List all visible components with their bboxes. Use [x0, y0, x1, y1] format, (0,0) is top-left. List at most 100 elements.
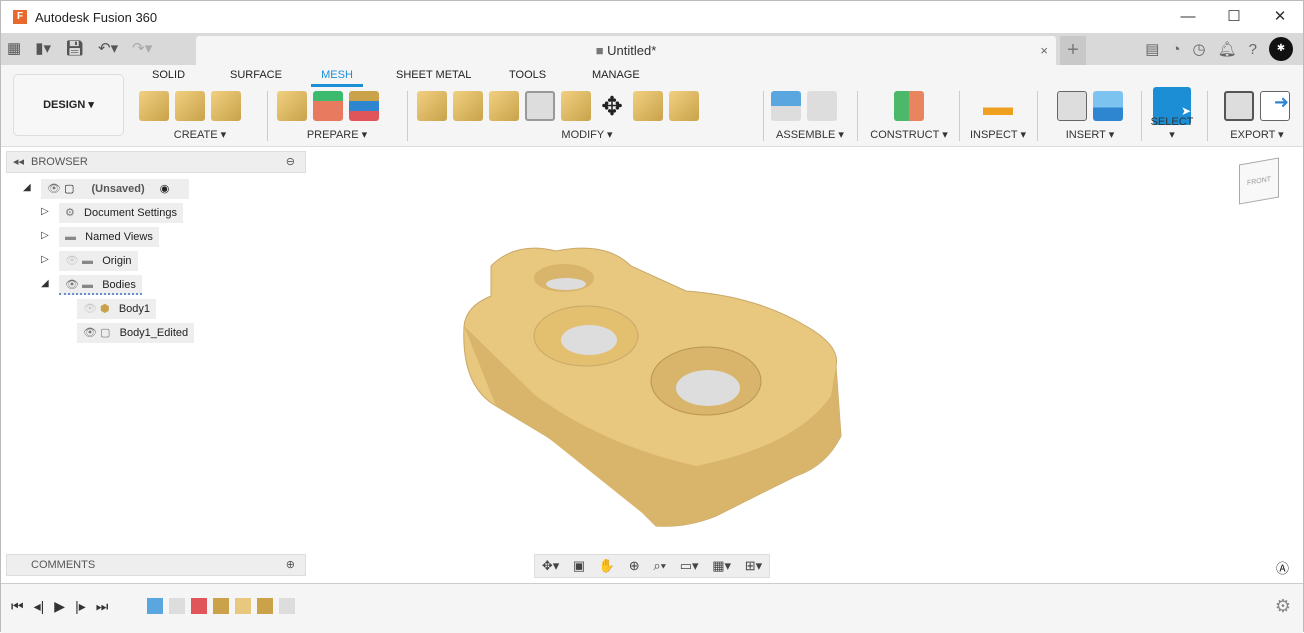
look-at-icon[interactable]: ▣: [573, 558, 585, 574]
prepare-menu[interactable]: PREPARE ▾: [277, 128, 397, 141]
export-menu[interactable]: EXPORT ▾: [1215, 128, 1299, 141]
new-component-icon[interactable]: [771, 91, 801, 121]
history-icon[interactable]: ◷: [1193, 40, 1206, 58]
move-copy-icon[interactable]: ✥: [597, 91, 627, 121]
joint-icon[interactable]: [807, 91, 837, 121]
expand-icon[interactable]: ◢: [23, 182, 31, 193]
data-panel-icon[interactable]: ▦: [7, 39, 21, 57]
inspect-menu[interactable]: INSPECT ▾: [965, 128, 1031, 141]
save-icon[interactable]: 💾︎: [65, 39, 84, 57]
create-face-group-icon[interactable]: [211, 91, 241, 121]
tab-surface[interactable]: SURFACE: [230, 69, 282, 81]
undo-icon[interactable]: ↶▾: [98, 39, 118, 57]
go-to-start-icon[interactable]: ⏮: [11, 598, 24, 615]
viewports-icon[interactable]: ⊞▾: [745, 558, 762, 574]
expand-icon[interactable]: ▷: [41, 230, 49, 241]
close-tab-icon[interactable]: ×: [1040, 36, 1048, 65]
eye-icon[interactable]: 👁︎: [47, 183, 61, 195]
add-comment-icon[interactable]: ⊕: [286, 555, 295, 575]
remesh-icon[interactable]: [417, 91, 447, 121]
workspace-switcher[interactable]: DESIGN ▾: [13, 74, 124, 136]
step-forward-icon[interactable]: |▸: [75, 598, 86, 615]
modify-menu[interactable]: MODIFY ▾: [417, 128, 757, 141]
eye-icon[interactable]: 👁︎: [65, 279, 79, 291]
notifications-icon[interactable]: 🔔︎: [1218, 40, 1237, 58]
select-menu[interactable]: SELECT ▾: [1147, 116, 1197, 141]
tree-item-origin[interactable]: 👁︎ ▬ Origin: [59, 251, 138, 271]
tree-item-body1[interactable]: 👁︎ ⬢ Body1: [77, 299, 157, 319]
tree-item-bodies[interactable]: 👁︎ ▬ Bodies: [59, 275, 142, 295]
step-back-icon[interactable]: ◂|: [34, 598, 45, 615]
expand-icon[interactable]: ▷: [41, 254, 49, 265]
timeline-settings-gear-icon[interactable]: ⚙: [1275, 596, 1291, 617]
redo-icon[interactable]: ↷▾: [132, 39, 152, 57]
zoom-icon[interactable]: ⊕: [629, 558, 640, 574]
reduce-icon[interactable]: [453, 91, 483, 121]
timeline-feature-icon[interactable]: [191, 598, 207, 614]
timeline-feature-icon[interactable]: [235, 598, 251, 614]
eye-hidden-icon[interactable]: 👁︎: [83, 303, 97, 315]
timeline-marker[interactable]: [279, 598, 295, 614]
job-status-icon[interactable]: ◔: [1171, 41, 1180, 58]
timeline-feature-icon[interactable]: [257, 598, 273, 614]
timeline-feature-icon[interactable]: [213, 598, 229, 614]
pan-icon[interactable]: ✋: [599, 558, 615, 574]
display-settings-icon[interactable]: ▭▾: [680, 558, 699, 574]
repair-icon[interactable]: [277, 91, 307, 121]
grid-icon[interactable]: ▦▾: [712, 558, 731, 574]
orbit-icon[interactable]: ✥▾: [542, 558, 559, 574]
tree-item-document-settings[interactable]: ⚙ Document Settings: [59, 203, 183, 223]
fit-icon[interactable]: ⌕▾: [653, 558, 666, 574]
eye-hidden-icon[interactable]: 👁︎: [65, 255, 79, 267]
generate-face-groups-icon[interactable]: [313, 91, 343, 121]
insert-derive-icon[interactable]: [1057, 91, 1087, 121]
help-icon[interactable]: ?: [1249, 41, 1257, 58]
insert-canvas-icon[interactable]: [1093, 91, 1123, 121]
assemble-menu[interactable]: ASSEMBLE ▾: [771, 128, 849, 141]
convert-mesh-icon[interactable]: [669, 91, 699, 121]
insert-mesh-icon[interactable]: [139, 91, 169, 121]
offset-plane-icon[interactable]: [894, 91, 924, 121]
browser-panel-header[interactable]: ◂◂ BROWSER ⊖: [6, 151, 306, 173]
file-menu-icon[interactable]: ▮▾: [35, 39, 51, 57]
plane-cut-icon[interactable]: [489, 91, 519, 121]
tessellate-icon[interactable]: [175, 91, 205, 121]
autodesk-a360-icon[interactable]: Ⓐ: [1276, 558, 1289, 577]
tree-item-body1-edited[interactable]: 👁︎ ▢ Body1_Edited: [77, 323, 195, 343]
smooth-icon[interactable]: [633, 91, 663, 121]
collapse-icon[interactable]: ◢: [41, 278, 49, 289]
maximize-button[interactable]: ☐: [1211, 1, 1257, 33]
document-tab[interactable]: ■ Untitled* ×: [196, 36, 1056, 65]
view-cube[interactable]: FRONT: [1239, 157, 1279, 205]
tab-manage[interactable]: MANAGE: [592, 69, 640, 81]
tree-item-named-views[interactable]: ▬ Named Views: [59, 227, 159, 247]
shell-icon[interactable]: [525, 91, 555, 121]
export-file-icon[interactable]: ➜: [1260, 91, 1290, 121]
avatar[interactable]: ✱: [1269, 37, 1293, 61]
comments-icon[interactable]: ▤: [1145, 40, 1159, 58]
comments-panel[interactable]: COMMENTS ⊕: [6, 554, 306, 576]
tab-tools[interactable]: TOOLS: [509, 69, 546, 81]
minimize-browser-icon[interactable]: ⊖: [286, 152, 295, 172]
insert-menu[interactable]: INSERT ▾: [1045, 128, 1135, 141]
minimize-button[interactable]: —: [1165, 1, 1211, 33]
collapse-browser-icon[interactable]: ◂◂: [13, 152, 24, 172]
close-button[interactable]: ✕: [1257, 1, 1303, 33]
tab-sheet-metal[interactable]: SHEET METAL: [396, 69, 471, 81]
activate-icon[interactable]: ◉: [160, 183, 170, 195]
combine-icon[interactable]: [561, 91, 591, 121]
timeline-feature-icon[interactable]: [169, 598, 185, 614]
create-menu[interactable]: CREATE ▾: [139, 128, 261, 141]
expand-icon[interactable]: ▷: [41, 206, 49, 217]
mesh-model-viewport[interactable]: [456, 236, 856, 531]
go-to-end-icon[interactable]: ⏭: [96, 598, 109, 615]
play-icon[interactable]: ▶: [54, 598, 65, 615]
root-component[interactable]: 👁︎ ▢ (Unsaved) ◉: [41, 179, 189, 199]
eye-icon[interactable]: 👁︎: [83, 327, 97, 339]
combine-face-groups-icon[interactable]: [349, 91, 379, 121]
measure-icon[interactable]: [983, 91, 1013, 121]
new-tab-button[interactable]: +: [1060, 36, 1086, 65]
timeline-feature-icon[interactable]: [147, 598, 163, 614]
construct-menu[interactable]: CONSTRUCT ▾: [865, 128, 953, 141]
tab-mesh[interactable]: MESH: [311, 69, 363, 87]
